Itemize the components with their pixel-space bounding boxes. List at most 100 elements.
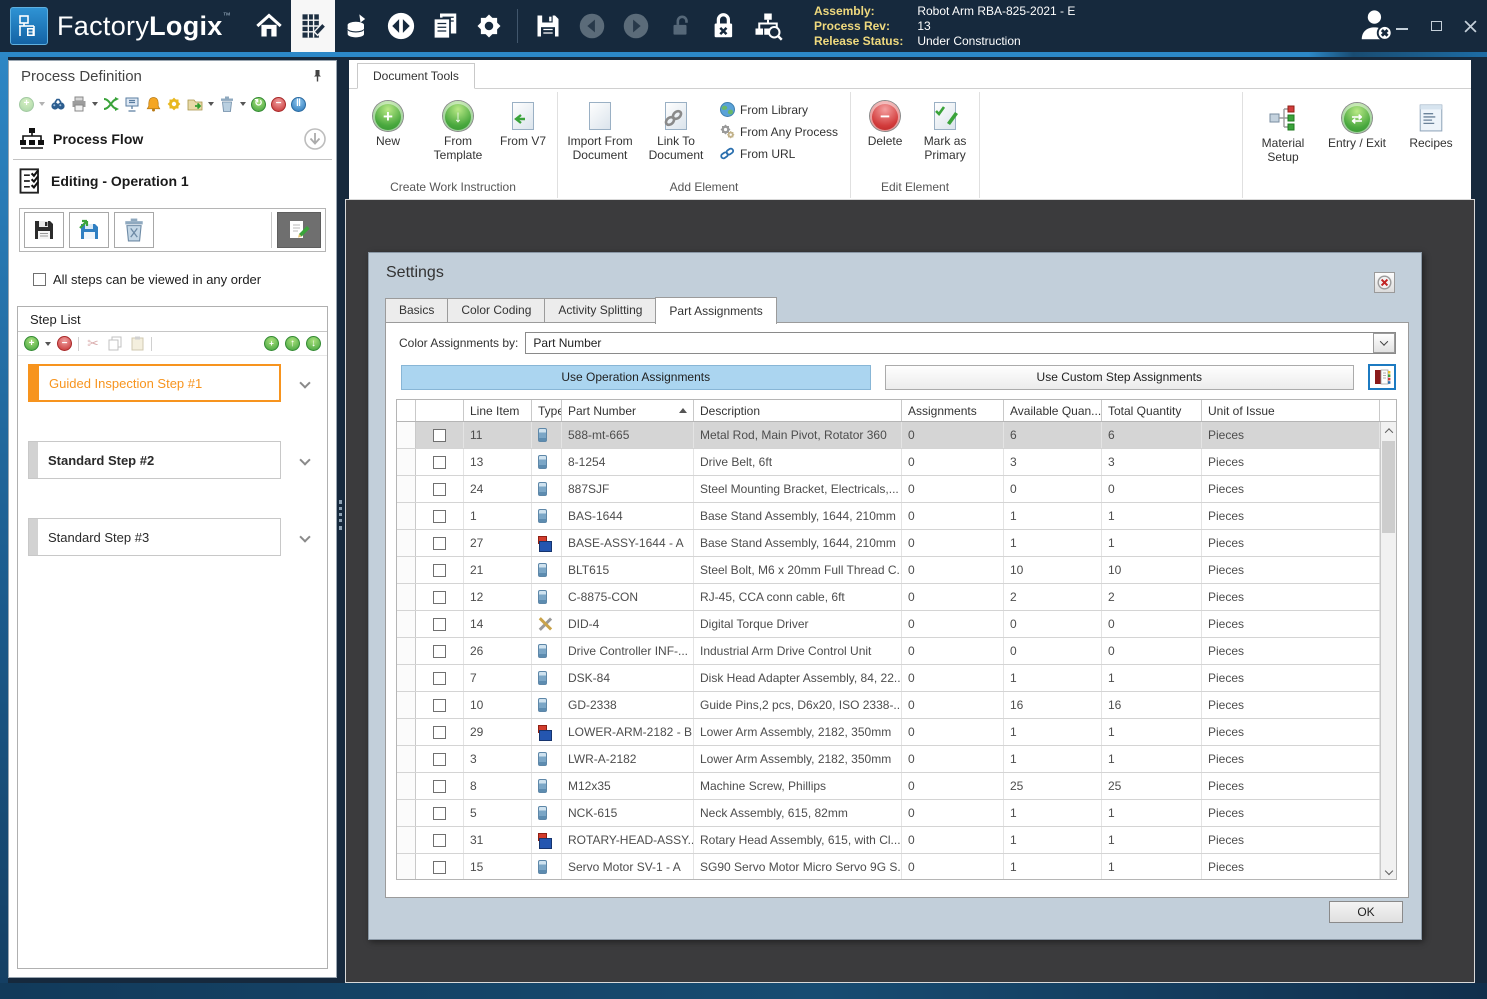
work-instructions-button[interactable] — [290, 0, 335, 52]
combo-dropdown-button[interactable] — [1373, 333, 1395, 353]
copy-icon[interactable] — [107, 336, 123, 352]
any-order-checkbox[interactable] — [33, 273, 46, 286]
recipes-button[interactable]: Recipes — [1403, 96, 1459, 150]
header-unit-of-issue[interactable]: Unit of Issue — [1202, 400, 1380, 421]
scroll-up-button[interactable] — [1381, 422, 1396, 439]
from-library-button[interactable]: From Library — [720, 102, 838, 117]
save-button[interactable] — [526, 0, 570, 52]
row-checkbox[interactable] — [433, 752, 446, 766]
table-row[interactable]: 15 Servo Motor SV-1 - A SG90 Servo Motor… — [397, 854, 1380, 879]
step-item-standard-2[interactable]: Standard Step #2 — [18, 441, 327, 479]
report-book-button[interactable] — [1368, 364, 1396, 390]
table-row[interactable]: 27 BASE-ASSY-1644 - A Base Stand Assembl… — [397, 530, 1380, 557]
row-checkbox[interactable] — [433, 482, 446, 496]
back-button[interactable] — [570, 0, 614, 52]
table-vertical-scrollbar[interactable] — [1380, 422, 1396, 879]
save-as-template-button[interactable] — [69, 212, 109, 248]
header-type[interactable]: Type — [532, 400, 562, 421]
chevron-down-icon[interactable] — [299, 377, 311, 389]
table-row[interactable]: 21 BLT615 Steel Bolt, M6 x 20mm Full Thr… — [397, 557, 1380, 584]
header-line-item[interactable]: Line Item — [464, 400, 532, 421]
move-step-down-icon[interactable]: ↓ — [306, 336, 321, 351]
close-button[interactable] — [1463, 19, 1477, 33]
scrollbar-thumb[interactable] — [1382, 441, 1395, 533]
delete-operation-dropdown[interactable] — [240, 102, 246, 106]
print-icon[interactable] — [71, 96, 87, 112]
table-row[interactable]: 24 887SJF Steel Mounting Bracket, Electr… — [397, 476, 1380, 503]
tab-basics[interactable]: Basics — [385, 298, 448, 323]
collapse-circle-icon[interactable] — [304, 128, 326, 150]
ok-button[interactable]: OK — [1329, 901, 1403, 923]
delete-work-instruction-button[interactable] — [114, 212, 154, 248]
row-checkbox[interactable] — [433, 536, 446, 550]
from-any-process-button[interactable]: From Any Process — [720, 124, 838, 139]
header-total-quantity[interactable]: Total Quantity — [1102, 400, 1202, 421]
step-item-standard-3[interactable]: Standard Step #3 — [18, 518, 327, 556]
table-row[interactable]: 5 NCK-615 Neck Assembly, 615, 82mm 0 1 1… — [397, 800, 1380, 827]
forward-button[interactable] — [614, 0, 658, 52]
settings-button[interactable] — [467, 0, 511, 52]
unlock-button[interactable] — [658, 0, 702, 52]
process-audit-button[interactable] — [746, 0, 790, 52]
row-checkbox[interactable] — [433, 860, 446, 874]
from-url-button[interactable]: From URL — [720, 146, 838, 161]
delete-operation-icon[interactable] — [219, 96, 235, 112]
maximize-button[interactable] — [1429, 19, 1443, 33]
row-checkbox[interactable] — [433, 671, 446, 685]
lock-button[interactable] — [702, 0, 746, 52]
row-checkbox[interactable] — [433, 806, 446, 820]
cut-icon[interactable]: ✂ — [85, 335, 101, 352]
table-row[interactable]: 14 DID-4 Digital Torque Driver 0 0 0 Pie… — [397, 611, 1380, 638]
row-checkbox[interactable] — [433, 563, 446, 577]
row-checkbox[interactable] — [433, 509, 446, 523]
edit-mode-button[interactable] — [277, 212, 321, 248]
process-flow-row[interactable]: Process Flow — [9, 119, 336, 159]
route-icon[interactable] — [103, 96, 119, 112]
table-row[interactable]: 12 C-8875-CON RJ-45, CCA conn cable, 6ft… — [397, 584, 1380, 611]
chevron-down-icon[interactable] — [299, 531, 311, 543]
table-row[interactable]: 10 GD-2338 Guide Pins,2 pcs, D6x20, ISO … — [397, 692, 1380, 719]
color-assignments-select[interactable]: Part Number — [525, 332, 1396, 354]
header-assignments[interactable]: Assignments — [902, 400, 1004, 421]
paste-icon[interactable] — [129, 336, 145, 352]
material-setup-button[interactable]: Material Setup — [1255, 96, 1311, 164]
row-checkbox[interactable] — [433, 779, 446, 793]
transfer-button[interactable] — [379, 0, 423, 52]
add-operation-icon[interactable]: + — [19, 96, 34, 112]
find-icon[interactable] — [50, 96, 66, 112]
row-checkbox[interactable] — [433, 833, 446, 847]
table-row[interactable]: 3 LWR-A-2182 Lower Arm Assembly, 2182, 3… — [397, 746, 1380, 773]
table-row[interactable]: 11 588-mt-665 Metal Rod, Main Pivot, Rot… — [397, 422, 1380, 449]
chevron-down-icon[interactable] — [299, 454, 311, 466]
mark-as-primary-button[interactable]: Mark as Primary — [917, 94, 973, 162]
documents-button[interactable] — [423, 0, 467, 52]
row-checkbox[interactable] — [433, 698, 446, 712]
row-checkbox[interactable] — [433, 617, 446, 631]
add-step-dropdown[interactable] — [45, 341, 51, 346]
table-row[interactable]: 26 Drive Controller INF-... Industrial A… — [397, 638, 1380, 665]
row-checkbox[interactable] — [433, 644, 446, 658]
pause-icon[interactable]: ‖ — [291, 96, 306, 112]
from-template-button[interactable]: ↓ From Template — [425, 94, 491, 162]
import-from-document-button[interactable]: Import From Document — [564, 94, 636, 162]
table-row[interactable]: 7 DSK-84 Disk Head Adapter Assembly, 84,… — [397, 665, 1380, 692]
bell-icon[interactable] — [145, 96, 161, 112]
remove-icon[interactable]: − — [271, 96, 286, 112]
tab-color-coding[interactable]: Color Coding — [447, 298, 545, 323]
step-item-guided-inspection-1[interactable]: Guided Inspection Step #1 — [18, 364, 327, 402]
use-custom-step-assignments-button[interactable]: Use Custom Step Assignments — [884, 364, 1354, 390]
table-row[interactable]: 29 LOWER-ARM-2182 - B Lower Arm Assembly… — [397, 719, 1380, 746]
table-row[interactable]: 31 ROTARY-HEAD-ASSY... Rotary Head Assem… — [397, 827, 1380, 854]
tab-document-tools[interactable]: Document Tools — [357, 63, 475, 89]
add-operation-dropdown[interactable] — [39, 102, 45, 106]
new-button[interactable]: + New — [355, 94, 421, 148]
export-icon[interactable] — [187, 96, 203, 112]
row-checkbox[interactable] — [433, 725, 446, 739]
delete-element-button[interactable]: − Delete — [857, 94, 913, 148]
export-dropdown[interactable] — [208, 102, 214, 106]
use-operation-assignments-button[interactable]: Use Operation Assignments — [401, 364, 871, 390]
move-step-up-icon[interactable]: ↑ — [285, 336, 300, 351]
tab-part-assignments[interactable]: Part Assignments — [655, 297, 777, 324]
home-button[interactable] — [247, 0, 291, 52]
link-to-document-button[interactable]: Link To Document — [640, 94, 712, 162]
